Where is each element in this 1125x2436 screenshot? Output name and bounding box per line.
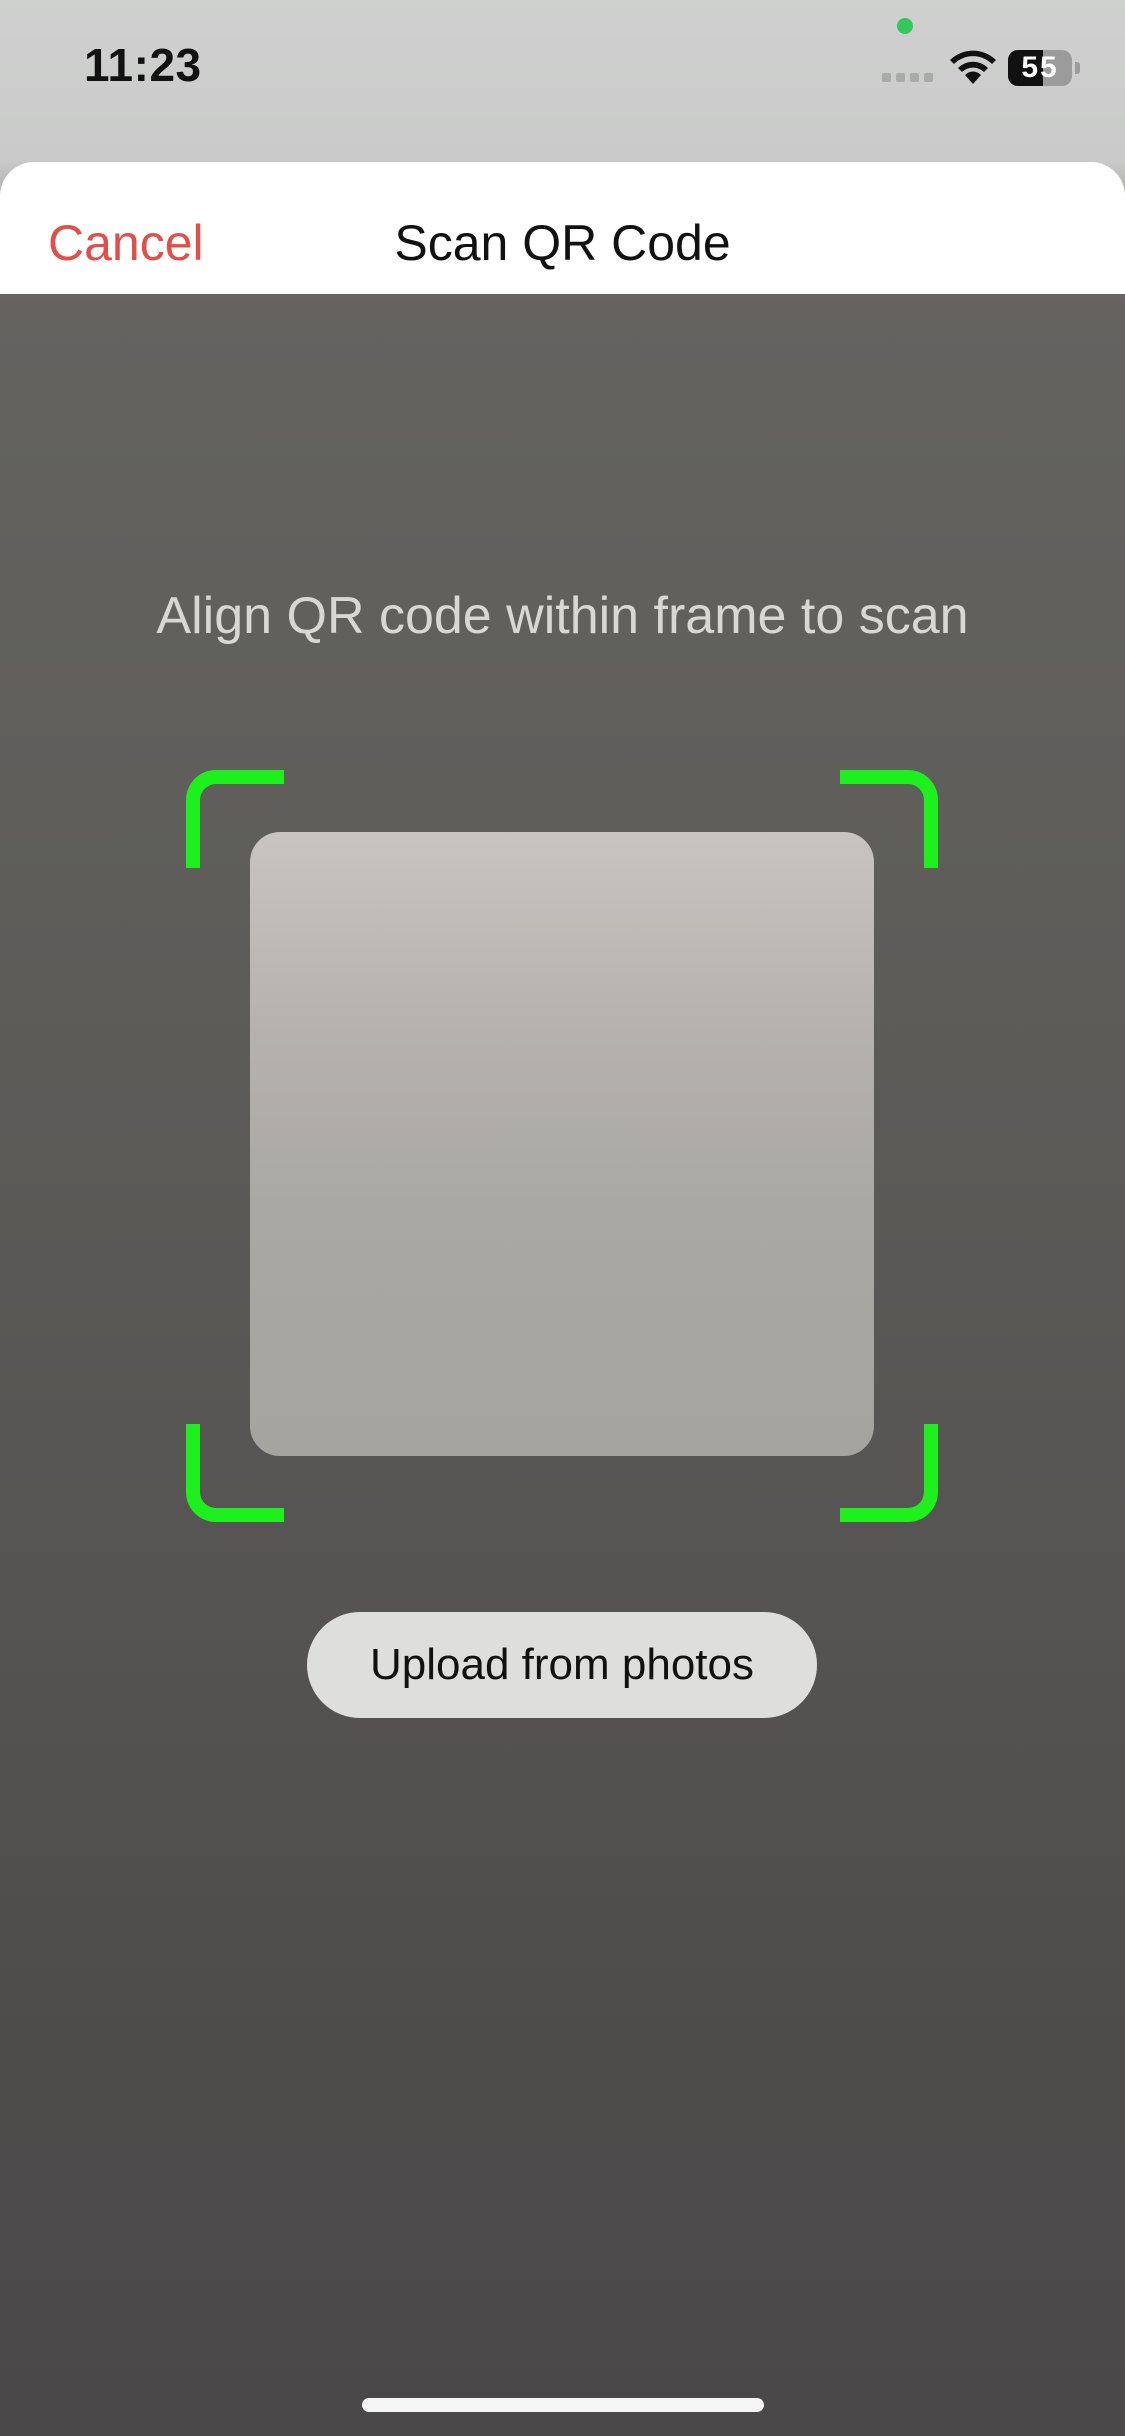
frame-corner-top-left — [186, 770, 284, 868]
sheet-header: Scan QR Code Cancel — [0, 162, 1125, 294]
scan-window — [250, 832, 874, 1456]
home-indicator[interactable] — [362, 2398, 764, 2412]
upload-from-photos-button[interactable]: Upload from photos — [307, 1612, 817, 1718]
scan-frame — [186, 770, 938, 1522]
scan-instruction: Align QR code within frame to scan — [156, 587, 969, 645]
qr-scanner-screen: 11:23 55 Scan QR Code Cancel Align QR co… — [0, 0, 1125, 2436]
battery-body: 55 — [1008, 50, 1072, 86]
cancel-button[interactable]: Cancel — [48, 214, 204, 272]
status-bar: 11:23 55 — [0, 0, 1125, 150]
battery-nub — [1075, 62, 1080, 74]
camera-in-use-indicator — [897, 18, 913, 34]
frame-corner-bottom-left — [186, 1424, 284, 1522]
battery-icon: 55 — [1008, 50, 1080, 86]
camera-viewfinder: Align QR code within frame to scan Uploa… — [0, 294, 1125, 2436]
battery-percentage: 55 — [1021, 51, 1059, 84]
signal-icon — [882, 73, 934, 83]
status-time: 11:23 — [84, 39, 202, 91]
frame-corner-top-right — [840, 770, 938, 868]
frame-corner-bottom-right — [840, 1424, 938, 1522]
wifi-icon — [948, 50, 998, 86]
